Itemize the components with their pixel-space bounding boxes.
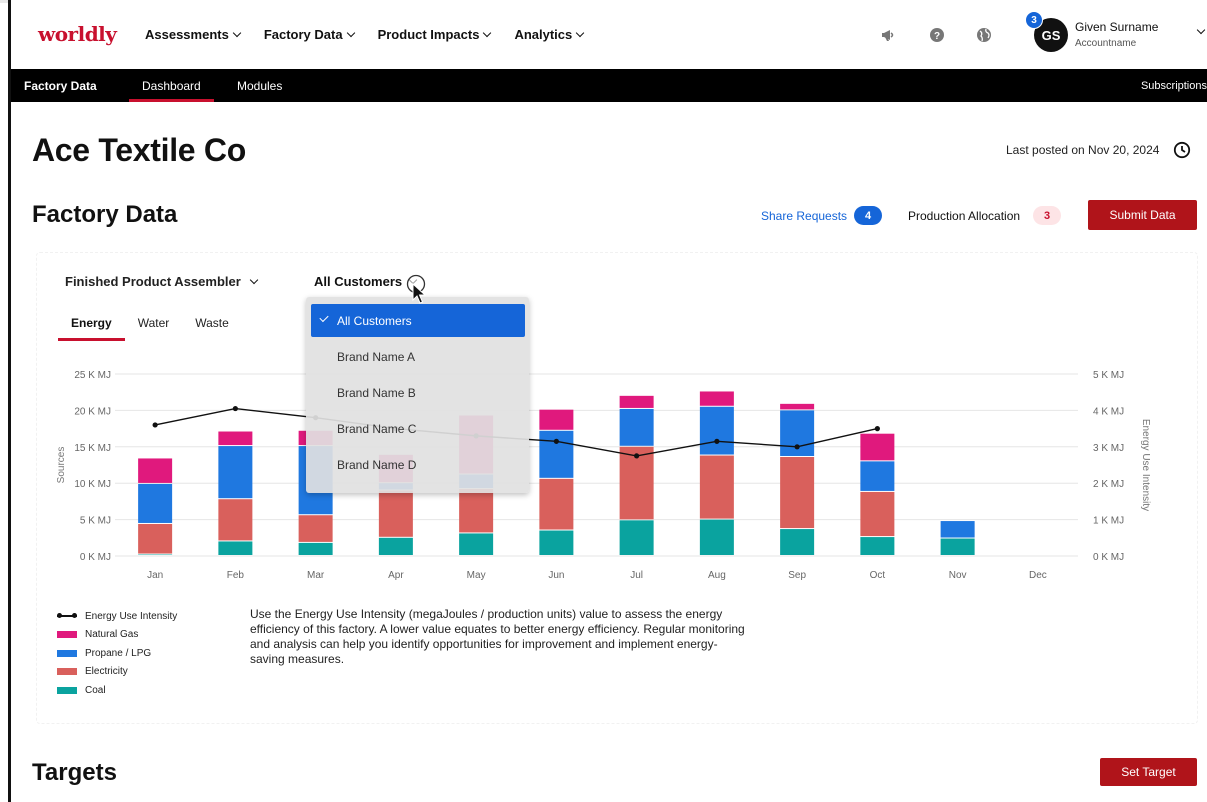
y-tick-label: 20 K MJ [74,406,111,417]
bar-propane-lpg [699,406,734,455]
dropdown-option-all-customers[interactable]: All Customers [311,304,525,337]
y-tick-label: 5 K MJ [80,516,111,527]
check-icon [319,312,329,323]
y-tick-label: 0 K MJ [80,552,111,563]
x-tick-label: Apr [388,570,404,581]
bar-coal [940,538,975,555]
bar-electricity [378,490,413,537]
legend-label: Electricity [85,666,128,678]
eui-point [634,453,640,459]
y2-tick-label: 5 K MJ [1093,370,1124,381]
bar-natural-gas [218,431,253,446]
bar-propane-lpg [539,430,574,478]
dropdown-option-brand-c[interactable]: Brand Name C [311,412,525,445]
bar-coal [699,519,734,555]
set-target-button[interactable]: Set Target [1100,758,1197,786]
legend-swatch [57,686,77,694]
x-tick-label: Aug [708,570,726,581]
x-tick-label: Nov [949,570,967,581]
y2-axis-title: Energy Use Intensity [1140,419,1151,511]
x-tick-label: Mar [307,570,325,581]
bar-natural-gas [780,403,815,410]
targets-title: Targets [32,759,117,786]
option-label: Brand Name C [337,421,417,436]
x-tick-label: Jul [630,570,643,581]
y-tick-label: 25 K MJ [74,370,111,381]
bar-coal [378,537,413,555]
bar-electricity [459,489,494,533]
eui-point [794,444,800,450]
bar-electricity [860,491,895,537]
y-tick-label: 10 K MJ [74,479,111,490]
option-label: Brand Name D [337,457,417,472]
x-tick-label: Sep [788,570,806,581]
bar-coal [298,542,333,555]
eui-point [714,438,720,444]
bar-propane-lpg [619,408,654,446]
bar-natural-gas [619,395,654,408]
y2-tick-label: 2 K MJ [1093,479,1124,490]
energy-chart: 0 K MJ 5 K MJ 10 K MJ 15 K MJ 20 K MJ 25 K MJ… [56,370,1151,581]
legend-item-coal: Coal [57,681,177,700]
bar-natural-gas [138,458,173,483]
bar-coal [539,530,574,555]
legend-swatch [57,631,77,639]
bar-natural-gas [860,433,895,461]
y-tick-label: 15 K MJ [74,443,111,454]
x-tick-label: Jun [548,570,564,581]
legend-label: Coal [85,684,106,696]
legend-item-eui: Energy Use Intensity [57,607,177,626]
legend-item-natural-gas: Natural Gas [57,626,177,645]
chart-description: Use the Energy Use Intensity (megaJoules… [250,607,745,666]
x-tick-label: Feb [227,570,245,581]
bar-coal [860,537,895,555]
bar-electricity [699,455,734,519]
eui-point [874,426,880,432]
bar-electricity [780,456,815,529]
bar-coal [619,520,654,555]
bar-electricity [298,515,333,542]
y2-tick-label: 3 K MJ [1093,443,1124,454]
bar-coal [218,541,253,555]
legend-item-propane: Propane / LPG [57,644,177,663]
bar-propane-lpg [218,446,253,499]
customer-dropdown-menu: All Customers Brand Name A Brand Name B … [306,297,529,493]
bar-coal [780,529,815,555]
dropdown-option-brand-a[interactable]: Brand Name A [311,340,525,373]
eui-point [553,438,559,444]
legend-swatch [57,649,77,657]
legend-label: Propane / LPG [85,647,152,659]
option-label: Brand Name B [337,385,416,400]
y-axis-title: Sources [56,447,67,484]
x-tick-label: Jan [147,570,163,581]
bar-propane-lpg [940,521,975,538]
x-tick-label: May [467,570,486,581]
bar-propane-lpg [138,483,173,523]
legend-label: Energy Use Intensity [85,610,178,622]
y2-tick-label: 1 K MJ [1093,516,1124,527]
x-tick-label: Dec [1029,570,1047,581]
bar-natural-gas [539,409,574,430]
x-tick-label: Oct [870,570,886,581]
legend-line-marker [57,613,77,619]
dropdown-option-brand-b[interactable]: Brand Name B [311,376,525,409]
dropdown-option-brand-d[interactable]: Brand Name D [311,448,525,481]
option-label: Brand Name A [337,349,416,364]
y2-tick-label: 0 K MJ [1093,552,1124,563]
option-label: All Customers [337,313,412,328]
chart-legend: Energy Use Intensity Natural Gas Propane… [57,607,177,700]
bar-coal [459,533,494,555]
legend-swatch [57,668,77,676]
bar-propane-lpg [860,461,895,491]
mouse-cursor-icon [406,274,427,304]
bar-electricity [218,499,253,541]
legend-label: Natural Gas [85,629,139,641]
bar-electricity [539,478,574,530]
bar-electricity [138,523,173,554]
eui-point [152,422,158,428]
eui-point [232,405,238,412]
bar-natural-gas [699,391,734,406]
y2-tick-label: 4 K MJ [1093,406,1124,417]
legend-item-electricity: Electricity [57,663,177,682]
